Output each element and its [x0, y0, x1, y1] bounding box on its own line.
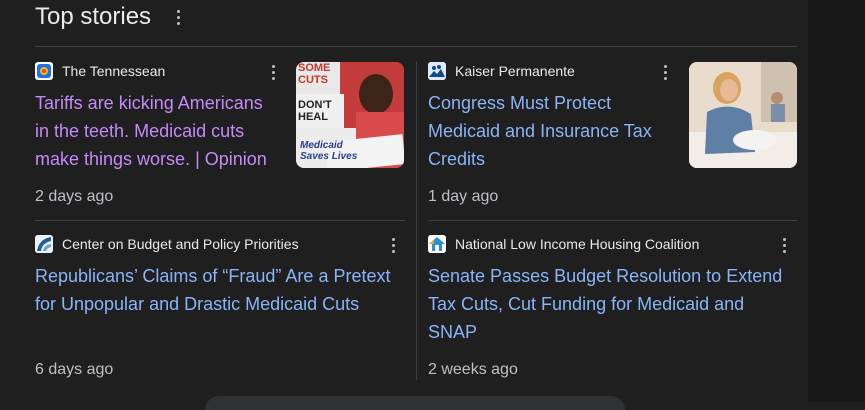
source-name: The Tennessean [62, 63, 166, 79]
card-menu-icon[interactable] [783, 238, 787, 253]
row-divider-right [428, 220, 797, 221]
story-thumbnail[interactable]: SOME CUTS DON'T HEAL Medicaid Saves Live… [296, 62, 404, 168]
header-divider [35, 46, 797, 47]
more-options-icon[interactable] [177, 9, 181, 25]
story-time: 6 days ago [35, 361, 114, 378]
kaiser-favicon [428, 62, 446, 80]
source-name: National Low Income Housing Coalition [455, 236, 700, 252]
story-headline[interactable]: Congress Must Protect Medicaid and Insur… [428, 89, 678, 173]
card-menu-icon[interactable] [392, 238, 396, 253]
story-time: 1 day ago [428, 188, 499, 205]
card-menu-icon[interactable] [664, 65, 668, 80]
story-thumbnail[interactable] [689, 62, 797, 168]
row-divider-left [35, 220, 405, 221]
story-headline[interactable]: Tariffs are kicking Americans in the tee… [35, 89, 285, 173]
story-source[interactable]: National Low Income Housing Coalition [428, 235, 699, 253]
top-stories-header: Top stories [35, 2, 181, 32]
thumb-text: HEAL [298, 111, 328, 123]
column-divider [416, 62, 417, 380]
thumb-text: SOME [298, 62, 331, 74]
thumb-text: CUTS [298, 74, 328, 86]
more-news-button[interactable] [205, 396, 625, 410]
story-source[interactable]: The Tennessean [35, 62, 165, 80]
thumb-text: DON'T [298, 99, 332, 111]
story-time: 2 days ago [35, 188, 114, 205]
thumb-text: Saves Lives [300, 151, 358, 162]
story-source[interactable]: Kaiser Permanente [428, 62, 575, 80]
story-time: 2 weeks ago [428, 361, 518, 378]
source-name: Kaiser Permanente [455, 63, 575, 79]
story-source[interactable]: Center on Budget and Policy Priorities [35, 235, 299, 253]
story-headline[interactable]: Republicans’ Claims of “Fraud” Are a Pre… [35, 262, 405, 318]
section-title: Top stories [35, 3, 152, 30]
story-headline[interactable]: Senate Passes Budget Resolution to Exten… [428, 262, 798, 346]
card-menu-icon[interactable] [272, 65, 276, 80]
thumb-text: Medicaid [300, 140, 343, 151]
tennessean-favicon [35, 62, 53, 80]
source-name: Center on Budget and Policy Priorities [62, 236, 299, 252]
right-edge-strip [808, 0, 865, 402]
cbpp-favicon [35, 235, 53, 253]
nlihc-favicon [428, 235, 446, 253]
